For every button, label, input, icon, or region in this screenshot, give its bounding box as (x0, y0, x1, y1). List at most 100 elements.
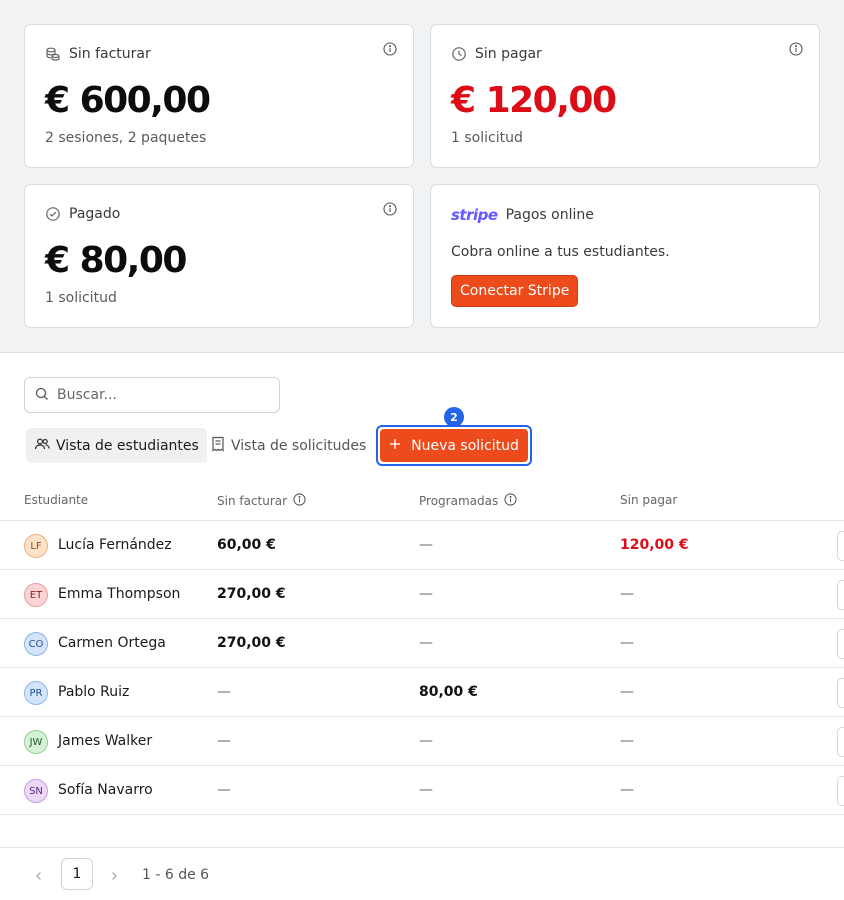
table-row[interactable]: CO Carmen Ortega 270,00 € — — (0, 619, 844, 668)
new-request-focus-ring: Nueva solicitud (376, 425, 532, 466)
header-student: Estudiante (24, 493, 88, 507)
cell-unbilled: 270,00 € (217, 635, 286, 651)
student-name: Emma Thompson (58, 586, 181, 602)
avatar: JW (24, 730, 48, 754)
cell-unbilled: 60,00 € (217, 537, 276, 553)
chevron-left-icon[interactable] (33, 867, 45, 886)
card-stripe-title: Pagos online (505, 207, 594, 223)
check-circle-icon (45, 206, 61, 222)
table-row[interactable]: SN Sofía Navarro — — — (0, 766, 844, 815)
student-name: James Walker (58, 733, 153, 749)
cell-scheduled: — (419, 586, 433, 602)
avatar: LF (24, 534, 48, 558)
avatar: CO (24, 632, 48, 656)
cell-scheduled: — (419, 782, 433, 798)
card-unpaid: Sin pagar € 120,00 1 solicitud (430, 24, 820, 168)
student-name: Sofía Navarro (58, 782, 153, 798)
new-request-label: Nueva solicitud (411, 437, 519, 454)
stripe-logo: stripe (451, 206, 498, 224)
avatar: PR (24, 681, 48, 705)
receipt-icon (211, 436, 225, 456)
table-row[interactable]: JW James Walker — — — (0, 717, 844, 766)
chevron-right-icon[interactable] (108, 867, 120, 886)
cell-scheduled: — (419, 733, 433, 749)
page-button-1[interactable]: 1 (61, 858, 93, 890)
cell-unpaid: — (620, 733, 634, 749)
card-unbilled-header: Sin facturar (45, 46, 151, 62)
row-action-button[interactable] (837, 629, 844, 659)
pagination-info: 1 - 6 de 6 (142, 867, 210, 883)
cell-unbilled: 270,00 € (217, 586, 286, 602)
cell-unpaid: — (620, 586, 634, 602)
avatar: SN (24, 779, 48, 803)
cell-unbilled: — (217, 782, 231, 798)
row-action-button[interactable] (837, 776, 844, 806)
tab-students-label: Vista de estudiantes (56, 437, 199, 454)
info-icon[interactable] (383, 41, 397, 60)
plus-icon (389, 438, 401, 454)
cell-unbilled: — (217, 733, 231, 749)
card-unpaid-header: Sin pagar (451, 46, 542, 62)
table-header: Estudiante Sin facturar Programadas Sin … (0, 482, 844, 521)
card-unbilled: Sin facturar € 600,00 2 sesiones, 2 paqu… (24, 24, 414, 168)
cell-unpaid: — (620, 635, 634, 651)
card-unpaid-amount: € 120,00 (451, 80, 617, 121)
card-paid-amount: € 80,00 (45, 240, 187, 281)
tab-requests-view[interactable]: Vista de solicitudes (203, 428, 374, 463)
cell-unpaid: — (620, 684, 634, 700)
table-row[interactable]: ET Emma Thompson 270,00 € — — (0, 570, 844, 619)
search-input[interactable] (57, 387, 257, 403)
card-unbilled-sub: 2 sesiones, 2 paquetes (45, 130, 207, 146)
info-icon[interactable] (504, 493, 517, 509)
card-paid-sub: 1 solicitud (45, 290, 117, 306)
card-unpaid-sub: 1 solicitud (451, 130, 523, 146)
tab-requests-label: Vista de solicitudes (231, 437, 367, 454)
info-icon[interactable] (789, 41, 803, 60)
header-unpaid-label: Sin pagar (620, 493, 678, 507)
student-name: Pablo Ruiz (58, 684, 130, 700)
row-action-button[interactable] (837, 678, 844, 708)
card-stripe: stripe Pagos online Cobra online a tus e… (430, 184, 820, 328)
connect-stripe-button[interactable]: Conectar Stripe (451, 275, 579, 307)
cell-unpaid: 120,00 € (620, 537, 689, 553)
card-stripe-header: stripe Pagos online (451, 206, 594, 224)
tab-students-view[interactable]: Vista de estudiantes (26, 428, 207, 463)
card-unpaid-title: Sin pagar (475, 46, 542, 62)
info-icon[interactable] (383, 201, 397, 220)
cell-unbilled: — (217, 684, 231, 700)
card-paid-title: Pagado (69, 206, 121, 222)
search-icon (35, 386, 49, 405)
cell-unpaid: — (620, 782, 634, 798)
header-unbilled-label: Sin facturar (217, 494, 288, 508)
cell-scheduled: 80,00 € (419, 684, 478, 700)
step-badge: 2 (444, 407, 464, 427)
row-action-button[interactable] (837, 727, 844, 757)
summary-area: Sin facturar € 600,00 2 sesiones, 2 paqu… (0, 0, 844, 353)
cell-scheduled: — (419, 537, 433, 553)
table-row[interactable]: PR Pablo Ruiz — 80,00 € — (0, 668, 844, 717)
table-row[interactable]: LF Lucía Fernández 60,00 € — 120,00 € (0, 521, 844, 570)
student-name: Lucía Fernández (58, 537, 172, 553)
coins-icon (45, 46, 61, 62)
card-stripe-desc: Cobra online a tus estudiantes. (451, 244, 670, 260)
header-unpaid: Sin pagar (620, 493, 677, 507)
card-unbilled-amount: € 600,00 (45, 80, 211, 121)
clock-icon (451, 46, 467, 62)
card-paid: Pagado € 80,00 1 solicitud (24, 184, 414, 328)
cell-scheduled: — (419, 635, 433, 651)
row-action-button[interactable] (837, 580, 844, 610)
header-scheduled: Programadas (419, 493, 517, 509)
pagination: 1 1 - 6 de 6 (0, 847, 844, 900)
users-icon (34, 436, 50, 456)
info-icon[interactable] (293, 493, 306, 509)
header-student-label: Estudiante (24, 493, 89, 507)
avatar: ET (24, 583, 48, 607)
card-paid-header: Pagado (45, 206, 120, 222)
header-scheduled-label: Programadas (419, 494, 499, 508)
header-unbilled: Sin facturar (217, 493, 306, 509)
search-box[interactable] (24, 377, 280, 413)
student-name: Carmen Ortega (58, 635, 166, 651)
new-request-button[interactable]: Nueva solicitud (380, 429, 528, 462)
card-unbilled-title: Sin facturar (69, 46, 151, 62)
row-action-button[interactable] (837, 531, 844, 561)
